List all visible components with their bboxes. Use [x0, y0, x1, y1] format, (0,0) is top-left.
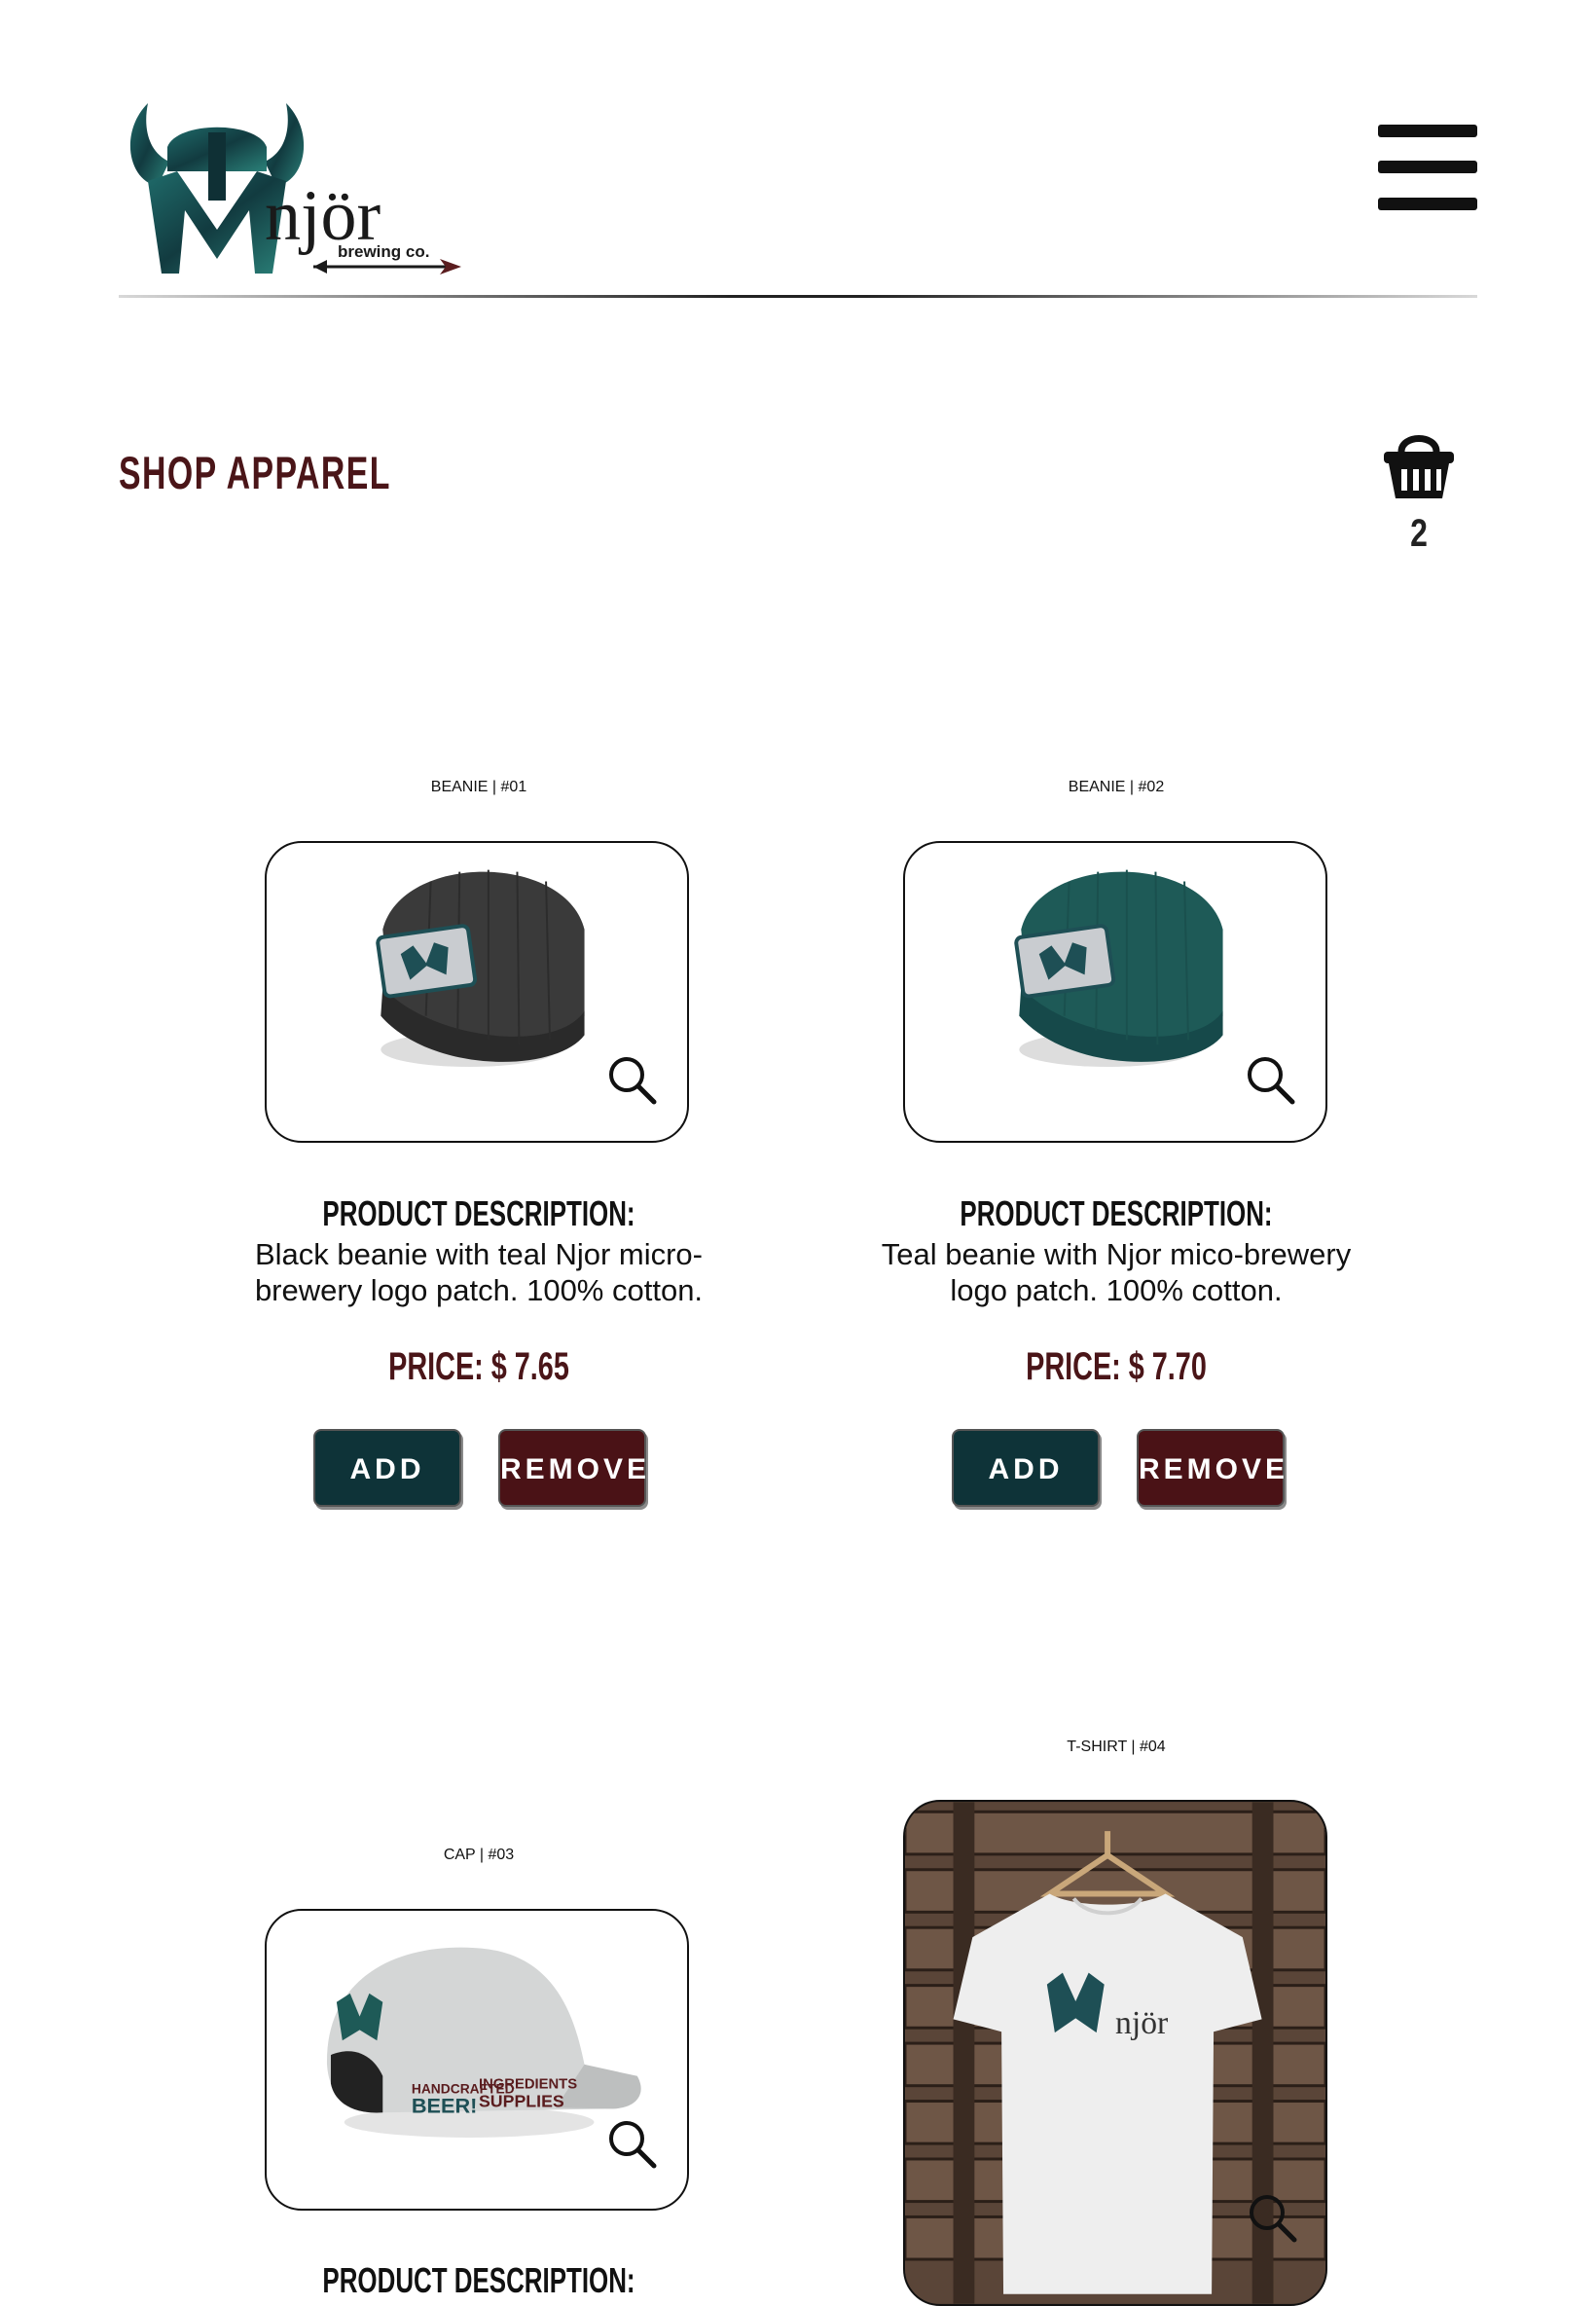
description-heading: PRODUCT DESCRIPTION:: [322, 2260, 635, 2300]
product-title: CAP | #03: [443, 1847, 515, 1863]
zoom-magnifier-icon[interactable]: [1244, 1053, 1298, 1108]
product-image-beanie-01[interactable]: [265, 841, 689, 1143]
hamburger-menu-icon[interactable]: [1378, 122, 1477, 219]
menu-bar: [1378, 125, 1477, 137]
product-card: BEANIE | #02: [805, 779, 1428, 796]
add-button[interactable]: ADD: [313, 1429, 461, 1507]
product-title: BEANIE | #02: [1068, 779, 1165, 795]
product-title: BEANIE | #01: [430, 779, 527, 795]
zoom-magnifier-icon[interactable]: [605, 2117, 660, 2172]
viking-helmet-logo-icon: njör brewing co.: [129, 103, 461, 275]
product-description-block: PRODUCT DESCRIPTION: Black beanie with t…: [167, 1193, 790, 1389]
svg-text:BEER!: BEER!: [412, 2093, 478, 2117]
svg-text:brewing co.: brewing co.: [338, 242, 429, 261]
product-price: PRICE: $ 7.70: [1026, 1345, 1207, 1388]
njor-logo[interactable]: njör brewing co.: [119, 93, 467, 278]
product-card: BEANIE | #01: [167, 779, 790, 796]
menu-bar: [1378, 198, 1477, 210]
product-description-block: PRODUCT DESCRIPTION: Teal beanie with Nj…: [805, 1193, 1428, 1389]
svg-text:INGREDIENTS: INGREDIENTS: [479, 2077, 577, 2093]
product-price: PRICE: $ 7.65: [388, 1345, 569, 1388]
remove-button[interactable]: REMOVE: [1137, 1429, 1285, 1507]
zoom-magnifier-icon[interactable]: [605, 1053, 660, 1108]
description-text: Teal beanie with Njor mico-brewery logo …: [881, 1237, 1352, 1307]
header-divider: [119, 295, 1477, 298]
zoom-magnifier-icon[interactable]: [1246, 2191, 1300, 2246]
description-heading: PRODUCT DESCRIPTION:: [960, 1193, 1273, 1233]
product-description-block: PRODUCT DESCRIPTION:: [167, 2260, 790, 2301]
product-card: CAP | #03: [167, 1847, 790, 1864]
product-image-cap-03[interactable]: HANDCRAFTED BEER! INGREDIENTS SUPPLIES: [265, 1909, 689, 2211]
svg-text:njör: njör: [1115, 2005, 1168, 2041]
product-card: T-SHIRT | #04: [805, 1739, 1428, 1756]
cart-count: 2: [1410, 512, 1428, 555]
product-image-tshirt-04[interactable]: njör: [903, 1800, 1327, 2306]
shopping-basket-icon[interactable]: [1382, 430, 1456, 500]
remove-button[interactable]: REMOVE: [498, 1429, 646, 1507]
product-title: T-SHIRT | #04: [1067, 1739, 1166, 1755]
product-image-beanie-02[interactable]: [903, 841, 1327, 1143]
description-text: Black beanie with teal Njor micro-brewer…: [254, 1237, 704, 1307]
svg-text:SUPPLIES: SUPPLIES: [479, 2091, 564, 2110]
add-button[interactable]: ADD: [952, 1429, 1100, 1507]
menu-bar: [1378, 161, 1477, 173]
description-heading: PRODUCT DESCRIPTION:: [322, 1193, 635, 1233]
page-title: SHOP APPAREL: [119, 447, 391, 498]
